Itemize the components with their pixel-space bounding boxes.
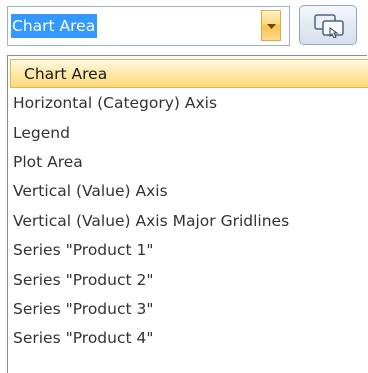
list-item-vertical-axis-gridlines[interactable]: Vertical (Value) Axis Major Gridlines — [13, 207, 289, 236]
list-item-plot-area[interactable]: Plot Area — [13, 148, 83, 177]
list-item-series-product-4[interactable]: Series "Product 4" — [13, 324, 154, 353]
list-item-vertical-axis[interactable]: Vertical (Value) Axis — [13, 177, 168, 206]
list-item-series-product-2[interactable]: Series "Product 2" — [13, 266, 154, 295]
chart-element-selector: Chart Area Chart Area Horizontal (Catego… — [0, 0, 368, 373]
combo-selected-value: Chart Area — [11, 14, 98, 38]
list-item-horizontal-axis[interactable]: Horizontal (Category) Axis — [13, 89, 217, 118]
list-item-chart-area[interactable]: Chart Area — [10, 59, 368, 88]
chart-elements-list: Chart Area Horizontal (Category) Axis Le… — [7, 55, 368, 373]
chart-elements-combo[interactable]: Chart Area — [7, 6, 290, 46]
list-item-legend[interactable]: Legend — [13, 119, 70, 148]
help-button[interactable] — [299, 5, 357, 45]
list-item-series-product-1[interactable]: Series "Product 1" — [13, 236, 154, 265]
list-item-series-product-3[interactable]: Series "Product 3" — [13, 295, 154, 324]
dropdown-toggle-button[interactable] — [261, 10, 281, 41]
